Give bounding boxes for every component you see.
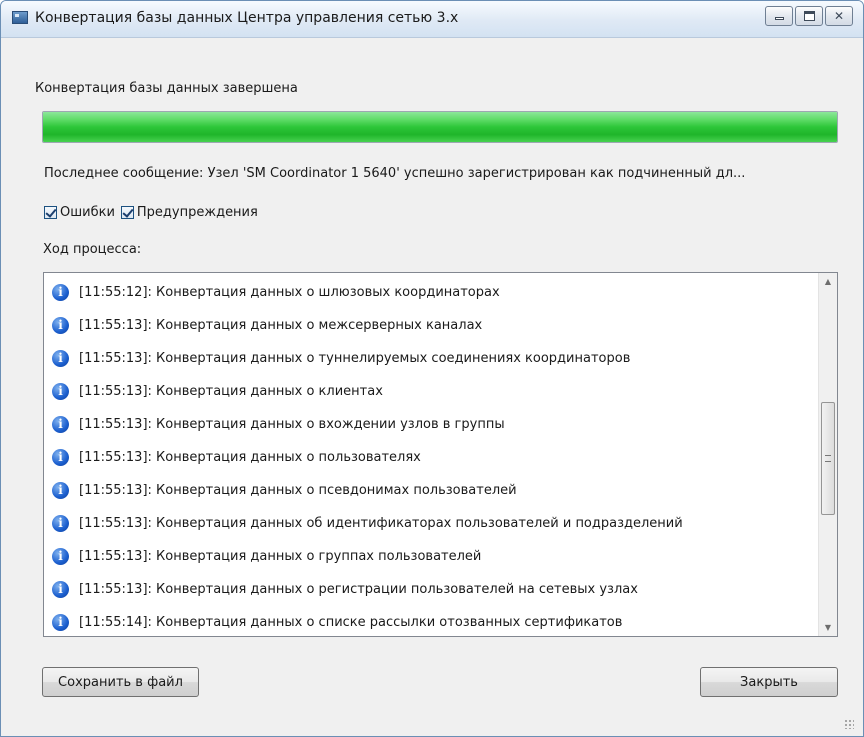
info-icon: i [52, 350, 69, 367]
log-entry[interactable]: i [11:55:13]: Конвертация данных о пользо… [44, 441, 818, 474]
log-entry[interactable]: i [11:55:13]: Конвертация данных о группа… [44, 540, 818, 573]
scroll-up-arrow-icon[interactable]: ▲ [819, 273, 837, 290]
log-entry[interactable]: i [11:55:12]: Конвертация данных о шлюзов… [44, 276, 818, 309]
log-entry-text: [11:55:12]: Конвертация данных о шлюзовы… [79, 285, 500, 300]
last-message: Последнее сообщение: Узел 'SM Coordinato… [44, 166, 746, 181]
minimize-button[interactable] [765, 6, 793, 26]
log-entry-text: [11:55:13]: Конвертация данных о туннели… [79, 351, 631, 366]
warnings-checkbox[interactable] [120, 206, 134, 219]
log-entry[interactable]: i [11:55:13]: Конвертация данных о клиент… [44, 375, 818, 408]
log-entry[interactable]: i [11:55:13]: Конвертация данных о регист… [44, 573, 818, 606]
info-icon: i [52, 482, 69, 499]
log-entry-text: [11:55:13]: Конвертация данных о вхожден… [79, 417, 505, 432]
info-icon: i [52, 416, 69, 433]
log-filters: Ошибки Предупреждения [44, 205, 264, 220]
log-entry[interactable]: i [11:55:14]: Конвертация данных о списке… [44, 606, 818, 636]
log-entry-text: [11:55:13]: Конвертация данных о пользов… [79, 450, 421, 465]
log-scrollbar[interactable]: ▲ ▼ [818, 273, 837, 636]
close-window-button[interactable]: ✕ [825, 6, 853, 26]
scrollbar-thumb[interactable] [821, 402, 835, 515]
log-entry-text: [11:55:13]: Конвертация данных о группах… [79, 549, 482, 564]
log-entry-text: [11:55:13]: Конвертация данных об иденти… [79, 516, 683, 531]
info-icon: i [52, 581, 69, 598]
close-button[interactable]: Закрыть [700, 667, 838, 697]
window-title: Конвертация базы данных Центра управлени… [35, 10, 459, 26]
log-entry-text: [11:55:13]: Конвертация данных о псевдон… [79, 483, 517, 498]
progress-bar [42, 111, 838, 143]
status-label: Конвертация базы данных завершена [35, 81, 298, 96]
log-entry[interactable]: i [11:55:13]: Конвертация данных о туннел… [44, 342, 818, 375]
info-icon: i [52, 548, 69, 565]
app-window-icon [12, 11, 28, 24]
info-icon: i [52, 449, 69, 466]
log-entry-text: [11:55:13]: Конвертация данных о регистр… [79, 582, 638, 597]
process-log-list[interactable]: i [11:55:12]: Конвертация данных о шлюзов… [43, 272, 838, 637]
title-bar[interactable]: Конвертация базы данных Центра управлени… [1, 1, 863, 38]
log-entries: i [11:55:12]: Конвертация данных о шлюзов… [44, 276, 818, 636]
info-icon: i [52, 614, 69, 631]
log-entry[interactable]: i [11:55:13]: Конвертация данных о межсер… [44, 309, 818, 342]
save-to-file-button[interactable]: Сохранить в файл [42, 667, 199, 697]
caption-buttons: ✕ [765, 6, 853, 26]
errors-checkbox-label[interactable]: Ошибки [60, 205, 115, 220]
log-entry-text: [11:55:13]: Конвертация данных о клиента… [79, 384, 383, 399]
info-icon: i [52, 317, 69, 334]
log-entry[interactable]: i [11:55:13]: Конвертация данных о псевдо… [44, 474, 818, 507]
log-entry-text: [11:55:14]: Конвертация данных о списке … [79, 615, 623, 630]
info-icon: i [52, 383, 69, 400]
resize-grip-icon[interactable] [844, 719, 854, 729]
warnings-checkbox-label[interactable]: Предупреждения [137, 205, 258, 220]
info-icon: i [52, 284, 69, 301]
log-entry-text: [11:55:13]: Конвертация данных о межсерв… [79, 318, 483, 333]
info-icon: i [52, 515, 69, 532]
progress-bar-fill [43, 112, 837, 142]
errors-checkbox[interactable] [44, 206, 57, 219]
scroll-down-arrow-icon[interactable]: ▼ [819, 619, 837, 636]
log-entry[interactable]: i [11:55:13]: Конвертация данных о вхожде… [44, 408, 818, 441]
maximize-button[interactable] [795, 6, 823, 26]
log-caption: Ход процесса: [43, 242, 142, 257]
log-entry[interactable]: i [11:55:13]: Конвертация данных об идент… [44, 507, 818, 540]
